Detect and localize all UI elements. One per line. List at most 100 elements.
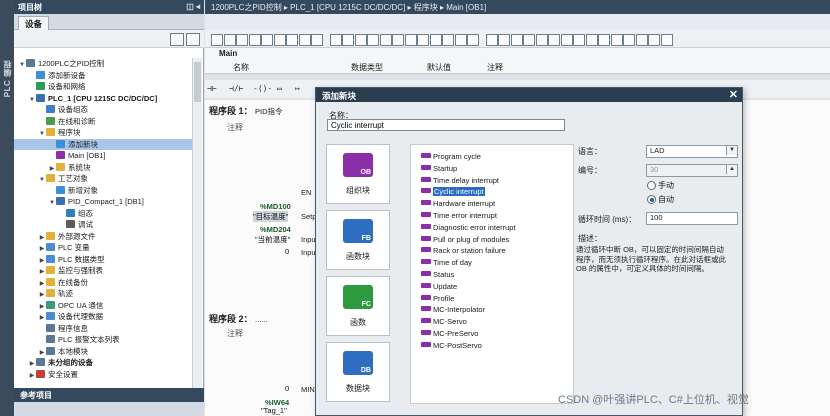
ob-type-item[interactable]: Time delay interrupt bbox=[411, 175, 573, 187]
toolbar-button-icon[interactable] bbox=[248, 34, 261, 46]
tree-item[interactable]: ▶ PLC 变量 bbox=[14, 242, 192, 254]
toolbar-button-icon[interactable] bbox=[660, 34, 673, 46]
branch-open-icon[interactable]: ↦ bbox=[295, 84, 300, 93]
panel-collapse-icon[interactable]: ◫ ◂ bbox=[186, 2, 200, 11]
toolbar-button-icon[interactable] bbox=[429, 34, 442, 46]
toolbar-button-icon[interactable] bbox=[367, 34, 379, 46]
ob-type-item[interactable]: Diagnostic error interrupt bbox=[411, 222, 573, 234]
tree-item[interactable]: ▶ 在线备份 bbox=[14, 277, 192, 289]
toolbar-button-icon[interactable] bbox=[548, 34, 560, 46]
toolbar-button-icon[interactable] bbox=[598, 34, 610, 46]
cycle-time-input[interactable]: 100 bbox=[646, 212, 738, 225]
network-2-comment[interactable]: 注释 bbox=[227, 328, 243, 339]
toolbar-button-icon[interactable] bbox=[560, 34, 573, 46]
overview-icon[interactable] bbox=[186, 33, 200, 46]
ob-type-item[interactable]: Pull or plug of modules bbox=[411, 234, 573, 246]
toolbar-button-icon[interactable] bbox=[286, 34, 298, 46]
toolbar-button-icon[interactable] bbox=[442, 34, 454, 46]
tree-item[interactable]: ▶ 未分组的设备 bbox=[14, 357, 192, 369]
toolbar-button-icon[interactable] bbox=[585, 34, 598, 46]
radio-auto[interactable] bbox=[647, 195, 656, 204]
tree-item[interactable]: 设备组态 bbox=[14, 104, 192, 116]
toolbar-button-icon[interactable] bbox=[223, 34, 236, 46]
toolbar-button-icon[interactable] bbox=[379, 34, 392, 46]
close-icon[interactable]: ✕ bbox=[729, 89, 738, 101]
ob-type-item[interactable]: MC-Interpolator bbox=[411, 304, 573, 316]
toolbar-button-icon[interactable] bbox=[623, 34, 635, 46]
stepper-icon[interactable]: ▲ bbox=[726, 165, 737, 174]
toolbar-button-icon[interactable] bbox=[236, 34, 248, 46]
toolbar-button-icon[interactable] bbox=[510, 34, 523, 46]
tag-setpoint-address[interactable]: %MD100 bbox=[260, 202, 291, 211]
tree-item[interactable]: ▼ PID_Compact_1 [DB1] bbox=[14, 196, 192, 208]
toolbar-button-icon[interactable] bbox=[523, 34, 535, 46]
tree-item[interactable]: 在线和诊断 bbox=[14, 116, 192, 128]
tree-item[interactable]: ▶ OPC UA 通信 bbox=[14, 300, 192, 312]
ob-type-item[interactable]: Time of day bbox=[411, 257, 573, 269]
ob-type-item[interactable]: Status bbox=[411, 269, 573, 281]
tree-item[interactable]: 添加新设备 bbox=[14, 70, 192, 82]
chevron-down-icon[interactable]: ▼ bbox=[726, 146, 737, 155]
language-select[interactable]: LAD ▼ bbox=[646, 145, 738, 158]
tree-item[interactable]: ▼ 工艺对象 bbox=[14, 173, 192, 185]
tree-scrollbar[interactable] bbox=[192, 58, 202, 388]
toolbar-button-icon[interactable] bbox=[261, 34, 273, 46]
tree-item[interactable]: ▶ 外部源文件 bbox=[14, 231, 192, 243]
tree-item[interactable]: ▼ 1200PLC之PID控制 bbox=[14, 58, 192, 70]
tree-item[interactable]: 添加新块 bbox=[14, 138, 192, 150]
ob-type-item[interactable]: Time error interrupt bbox=[411, 210, 573, 222]
toolbar-button-icon[interactable] bbox=[329, 34, 342, 46]
tree-item[interactable]: ▶ 轨迹 bbox=[14, 288, 192, 300]
toolbar-button-icon[interactable] bbox=[404, 34, 417, 46]
tree-item[interactable]: 设备和网络 bbox=[14, 81, 192, 93]
block-card-ob[interactable]: OB 组织块 bbox=[326, 144, 390, 204]
expand-right-icon[interactable]: ▶ bbox=[28, 371, 36, 383]
toolbar-button-icon[interactable] bbox=[342, 34, 354, 46]
tag5-name[interactable]: "Tag_1" bbox=[261, 406, 287, 415]
block-card-db[interactable]: DB 数据块 bbox=[326, 342, 390, 402]
toolbar-button-icon[interactable] bbox=[648, 34, 660, 46]
tree-scroll-thumb[interactable] bbox=[194, 62, 201, 102]
ob-type-item[interactable]: Update bbox=[411, 281, 573, 293]
tab-devices[interactable]: 设备 bbox=[18, 16, 50, 30]
toolbar-button-icon[interactable] bbox=[498, 34, 510, 46]
ob-type-item[interactable]: Startup bbox=[411, 163, 573, 175]
tree-item[interactable]: ▶ 本地模块 bbox=[14, 346, 192, 358]
ob-type-item[interactable]: MC-PostServo bbox=[411, 340, 573, 352]
number-field[interactable]: 30 ▲ bbox=[646, 164, 738, 177]
tree-item[interactable]: ▼ 程序块 bbox=[14, 127, 192, 139]
tree-item[interactable]: 调试 bbox=[14, 219, 192, 231]
contact-no-icon[interactable]: ⊣⊢ bbox=[207, 84, 217, 93]
block-card-fc[interactable]: FC 函数 bbox=[326, 276, 390, 336]
toolbar-button-icon[interactable] bbox=[610, 34, 623, 46]
toolbar-button-icon[interactable] bbox=[573, 34, 585, 46]
toolbar-button-icon[interactable] bbox=[417, 34, 429, 46]
tree-item[interactable]: Main [OB1] bbox=[14, 150, 192, 162]
tree-item[interactable]: ▼ PLC_1 [CPU 1215C DC/DC/DC] bbox=[14, 93, 192, 105]
ob-type-list[interactable]: Program cycle Startup Time delay interrupt… bbox=[410, 144, 574, 404]
radio-manual[interactable] bbox=[647, 181, 656, 190]
ob-type-item[interactable]: MC-PreServo bbox=[411, 328, 573, 340]
empty-box-icon[interactable]: ▭ bbox=[277, 84, 282, 93]
tree-item[interactable]: ▶ PLC 数据类型 bbox=[14, 254, 192, 266]
toolbar-button-icon[interactable] bbox=[535, 34, 548, 46]
tag-input2-value[interactable]: 0 bbox=[285, 247, 289, 256]
tree-item[interactable]: PLC 报警文本列表 bbox=[14, 334, 192, 346]
toolbar-button-icon[interactable] bbox=[298, 34, 311, 46]
tree-item[interactable]: ▶ 安全设置 bbox=[14, 369, 192, 381]
tag-input-name[interactable]: "当前温度" bbox=[255, 234, 290, 245]
toolbar-button-icon[interactable] bbox=[211, 34, 223, 46]
toolbar-button-icon[interactable] bbox=[392, 34, 404, 46]
ob-type-item[interactable]: Hardware interrupt bbox=[411, 198, 573, 210]
tree-item[interactable]: ▶ 系统块 bbox=[14, 162, 192, 174]
toolbar-button-icon[interactable] bbox=[485, 34, 498, 46]
toolbar-button-icon[interactable] bbox=[454, 34, 467, 46]
contact-nc-icon[interactable]: ⊣/⊢ bbox=[229, 84, 243, 93]
block-card-fb[interactable]: FB 函数块 bbox=[326, 210, 390, 270]
tree-item[interactable]: 组态 bbox=[14, 208, 192, 220]
toolbar-button-icon[interactable] bbox=[311, 34, 323, 46]
toolbar-button-icon[interactable] bbox=[635, 34, 648, 46]
tag-input-address[interactable]: %MD204 bbox=[260, 225, 291, 234]
toolbar-button-icon[interactable] bbox=[354, 34, 367, 46]
ob-type-item[interactable]: Rack or station failure bbox=[411, 245, 573, 257]
